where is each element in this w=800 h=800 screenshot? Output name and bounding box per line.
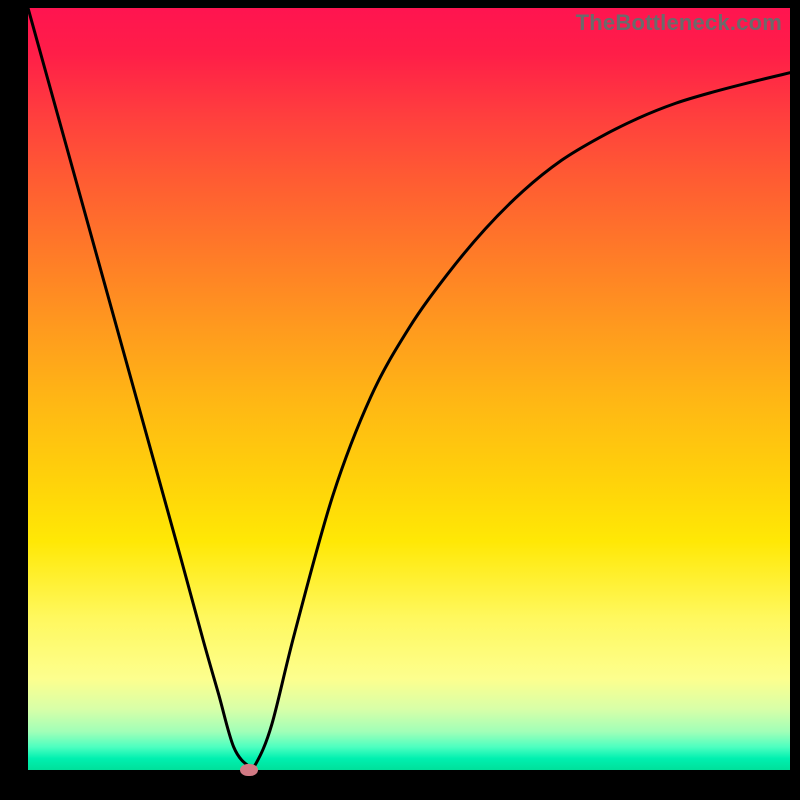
chart-frame: TheBottleneck.com — [0, 0, 800, 800]
minimum-marker — [240, 764, 258, 776]
curve-svg — [28, 8, 790, 770]
bottleneck-curve-path — [28, 8, 790, 768]
plot-area: TheBottleneck.com — [28, 8, 790, 770]
